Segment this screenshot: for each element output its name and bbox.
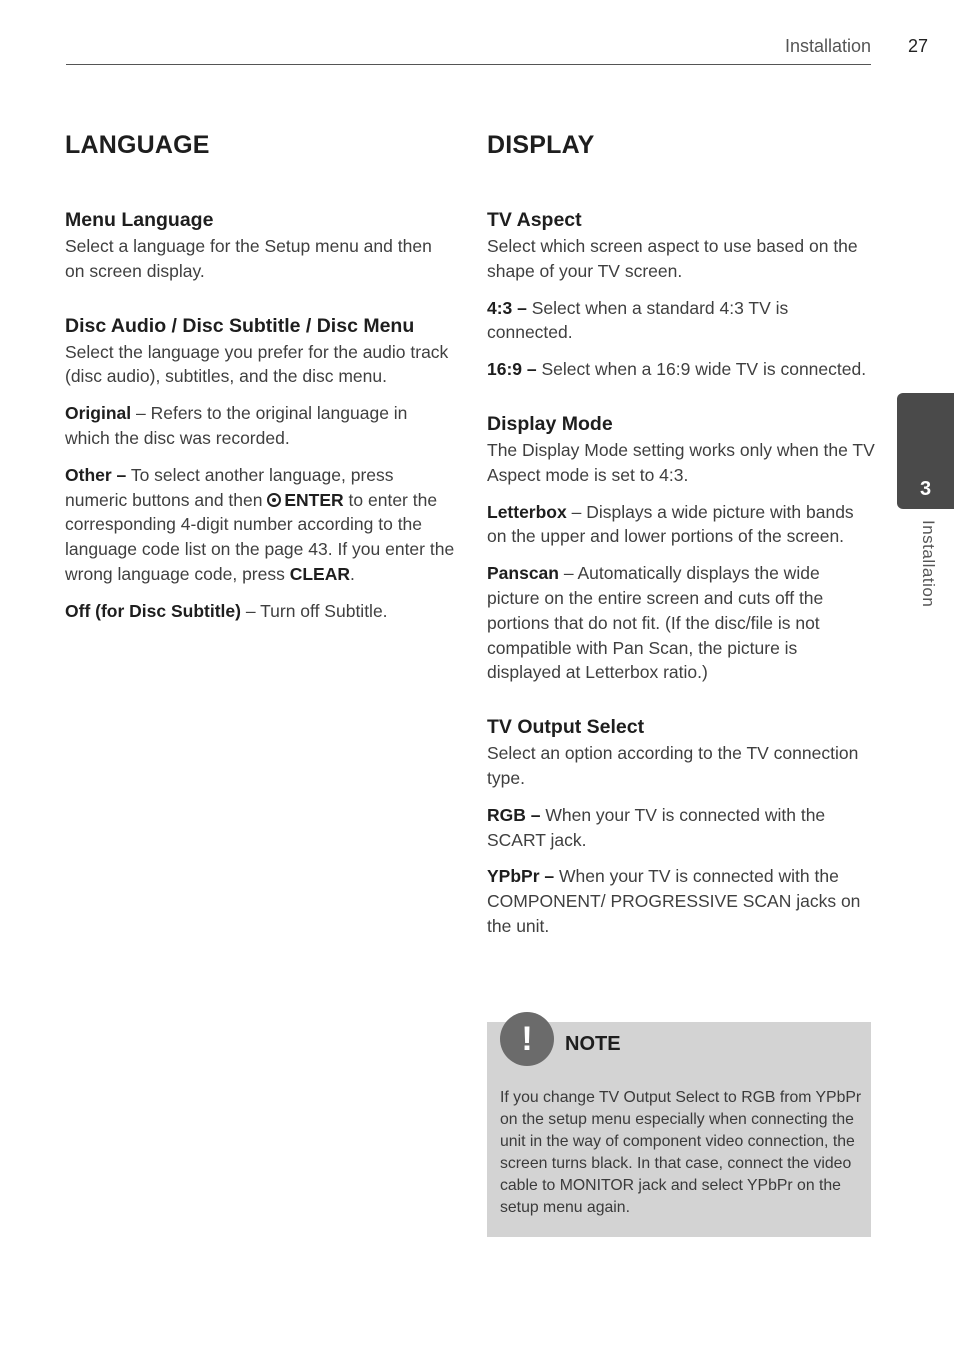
- original-term: Original: [65, 403, 132, 424]
- display-column: DISPLAY TV Aspect Select which screen as…: [487, 128, 875, 967]
- page-number: 27: [908, 36, 929, 56]
- other-text-3: .: [350, 563, 355, 584]
- language-title: LANGUAGE: [65, 131, 210, 159]
- chapter-number: 3: [919, 478, 932, 500]
- chapter-tab: 3: [897, 393, 954, 509]
- note-title: NOTE: [565, 1033, 621, 1055]
- tv-aspect-section: TV Aspect Select which screen aspect to …: [487, 206, 875, 382]
- aspect-4-3-text: Select when a standard 4:3 TV is connect…: [487, 297, 789, 343]
- display-mode-heading: Display Mode: [487, 412, 613, 435]
- other-option: Other – To select another language, pres…: [65, 463, 455, 587]
- aspect-16-9-term: 16:9 –: [487, 359, 537, 380]
- panscan-option: Panscan – Automatically displays the wid…: [487, 561, 875, 685]
- tv-aspect-body: Select which screen aspect to use based …: [487, 236, 858, 281]
- other-term: Other –: [65, 464, 127, 485]
- letterbox-term: Letterbox: [487, 501, 567, 522]
- exclamation-icon: !: [500, 1012, 554, 1066]
- original-option: Original – Refers to the original langua…: [65, 401, 455, 451]
- header-section-title: Installation: [784, 36, 871, 56]
- tv-aspect-heading: TV Aspect: [487, 209, 582, 231]
- note-text: If you change TV Output Select to RGB fr…: [500, 1089, 862, 1216]
- disc-audio-section: Disc Audio / Disc Subtitle / Disc Menu S…: [65, 312, 455, 624]
- letterbox-option: Letterbox – Displays a wide picture with…: [487, 500, 875, 550]
- off-option: Off (for Disc Subtitle) – Turn off Subti…: [65, 599, 455, 624]
- language-column: LANGUAGE Menu Language Select a language…: [65, 128, 455, 652]
- disc-audio-heading: Disc Audio / Disc Subtitle / Disc Menu: [65, 314, 415, 337]
- enter-label: ENTER: [284, 489, 344, 510]
- note-box: ! NOTE If you change TV Output Select to…: [487, 1012, 871, 1237]
- panscan-term: Panscan: [487, 563, 559, 584]
- rgb-term: RGB –: [487, 804, 541, 825]
- display-title: DISPLAY: [487, 131, 595, 159]
- tv-output-heading: TV Output Select: [487, 716, 645, 739]
- aspect-4-3-option: 4:3 – Select when a standard 4:3 TV is c…: [487, 296, 875, 346]
- display-mode-body: The Display Mode setting works only when…: [487, 439, 875, 485]
- off-term: Off (for Disc Subtitle): [65, 600, 241, 621]
- aspect-16-9-option: 16:9 – Select when a 16:9 wide TV is con…: [487, 357, 875, 382]
- off-text: – Turn off Subtitle.: [240, 600, 388, 621]
- display-mode-section: Display Mode The Display Mode setting wo…: [487, 410, 875, 685]
- ypbpr-option: YPbPr – When your TV is connected with t…: [487, 864, 875, 938]
- aspect-4-3-term: 4:3 –: [487, 297, 527, 318]
- enter-button-icon: [267, 492, 282, 507]
- rgb-option: RGB – When your TV is connected with the…: [487, 803, 875, 853]
- menu-language-section: Menu Language Select a language for the …: [65, 206, 455, 284]
- aspect-16-9-text: Select when a 16:9 wide TV is connected.: [536, 359, 867, 380]
- tv-output-section: TV Output Select Select an option accord…: [487, 713, 875, 939]
- header-divider: [66, 64, 871, 65]
- chapter-label: Installation: [919, 520, 938, 608]
- ypbpr-term: YPbPr –: [487, 866, 555, 887]
- disc-audio-body: Select the language you prefer for the a…: [65, 341, 449, 387]
- menu-language-body: Select a language for the Setup menu and…: [65, 236, 432, 281]
- menu-language-heading: Menu Language: [65, 209, 214, 231]
- clear-label: CLEAR: [289, 563, 351, 584]
- tv-output-body: Select an option according to the TV con…: [487, 743, 859, 788]
